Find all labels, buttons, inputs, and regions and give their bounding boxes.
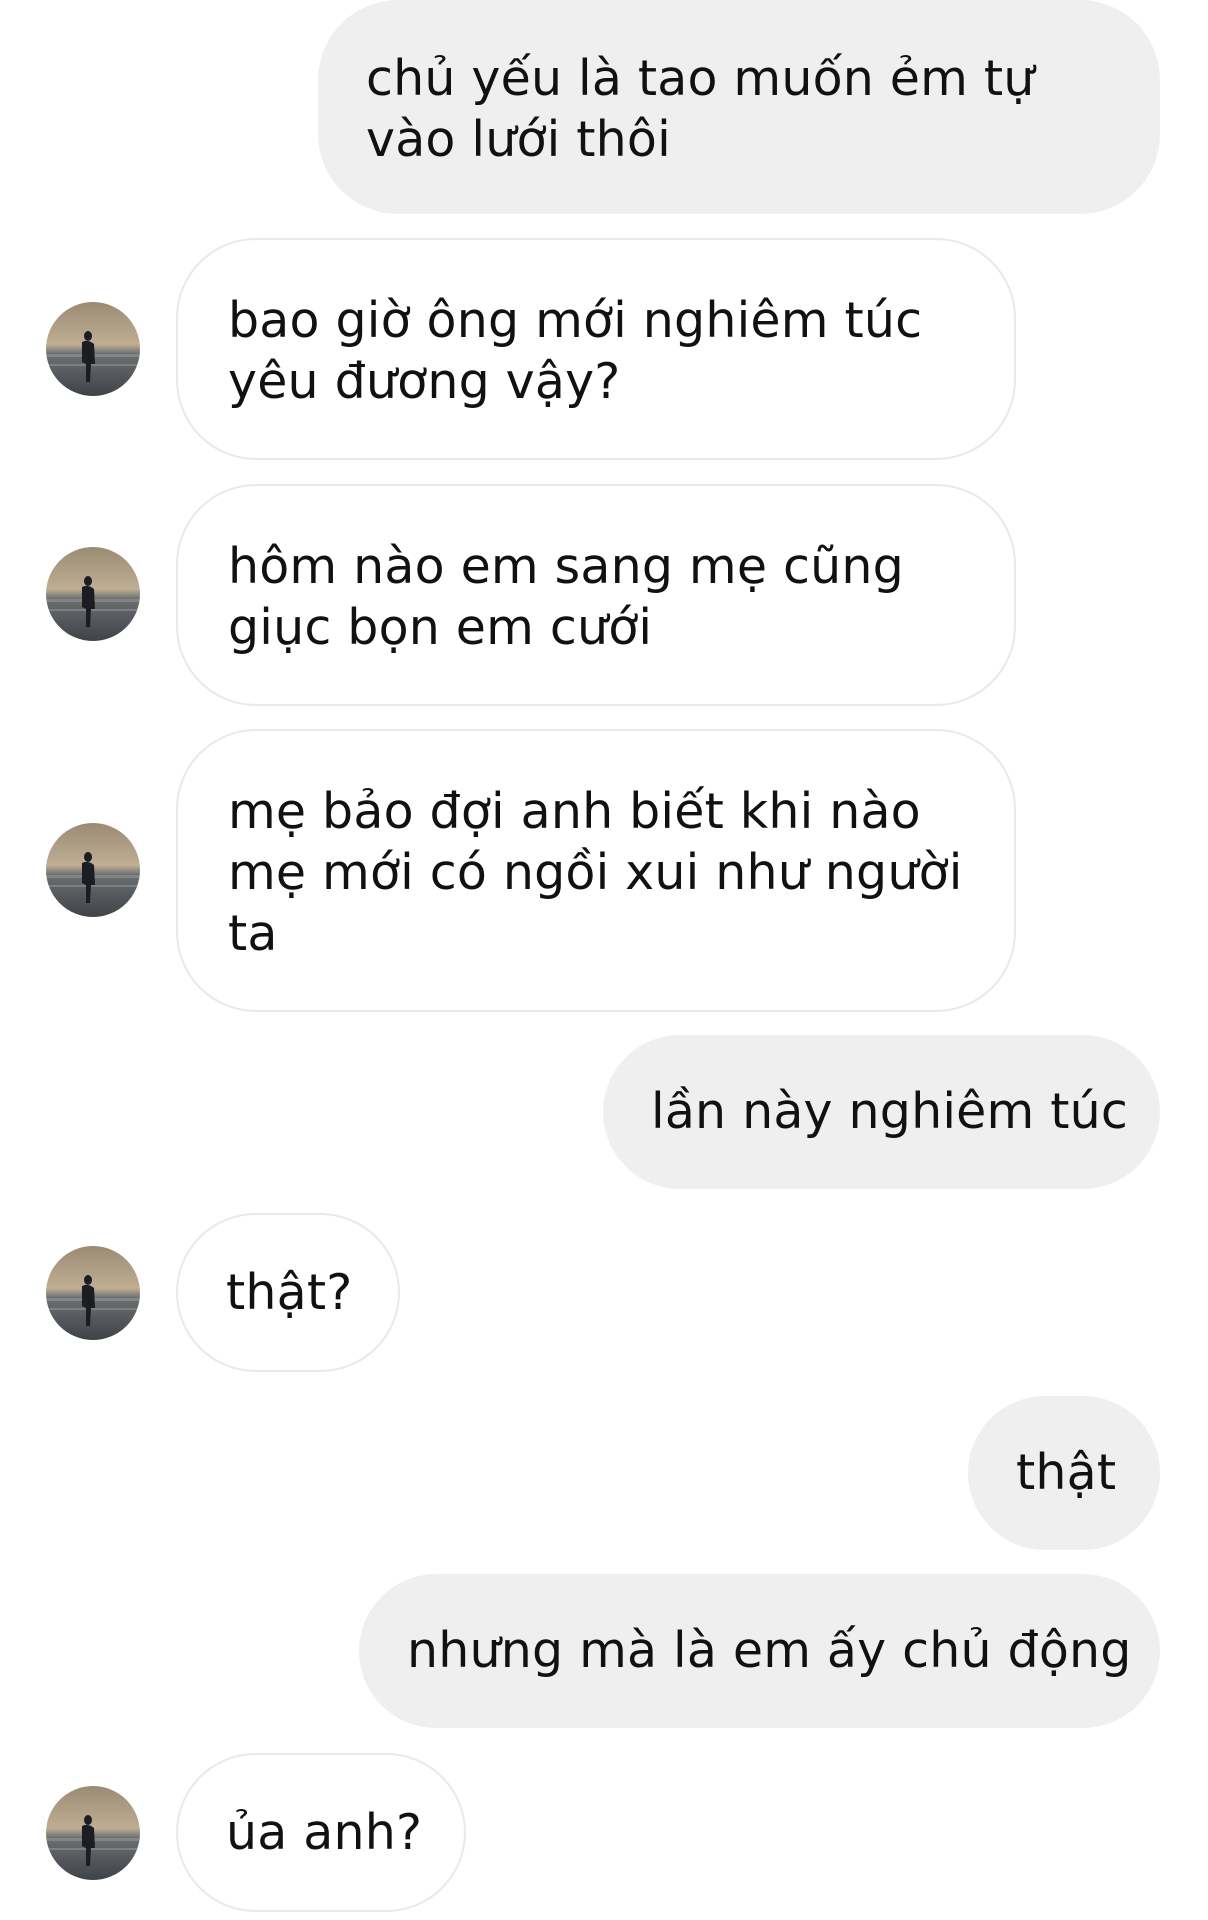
message-text: vào lưới thôi <box>366 111 671 168</box>
message-bubble-outgoing[interactable]: chủ yếu là tao muốn ẻm tự vào lưới thôi <box>318 0 1160 214</box>
message-text: giục bọn em cưới <box>228 599 653 656</box>
avatar-icon[interactable] <box>46 1786 140 1880</box>
message-text: lần này nghiêm túc <box>651 1083 1129 1140</box>
message-bubble-incoming[interactable]: thật? <box>176 1213 400 1372</box>
message-text: yêu đương vậy? <box>228 353 621 410</box>
message-bubble-incoming[interactable]: ủa anh? <box>176 1753 466 1912</box>
message-bubble-incoming[interactable]: mẹ bảo đợi anh biết khi nào mẹ mới có ng… <box>176 729 1016 1012</box>
message-text: chủ yếu là tao muốn ẻm tự <box>366 50 1035 107</box>
message-text: bao giờ ông mới nghiêm túc <box>228 292 923 349</box>
message-bubble-incoming[interactable]: hôm nào em sang mẹ cũng giục bọn em cưới <box>176 484 1016 706</box>
message-text: thật? <box>226 1264 353 1321</box>
message-bubble-incoming[interactable]: bao giờ ông mới nghiêm túc yêu đương vậy… <box>176 238 1016 460</box>
message-bubble-outgoing[interactable]: lần này nghiêm túc <box>603 1035 1160 1189</box>
message-text: hôm nào em sang mẹ cũng <box>228 538 904 595</box>
message-bubble-outgoing[interactable]: thật <box>968 1396 1160 1550</box>
message-bubble-outgoing[interactable]: nhưng mà là em ấy chủ động <box>359 1574 1160 1728</box>
avatar-icon[interactable] <box>46 547 140 641</box>
message-text: ủa anh? <box>226 1804 423 1861</box>
avatar-icon[interactable] <box>46 1246 140 1340</box>
avatar-icon[interactable] <box>46 302 140 396</box>
message-text: mẹ bảo đợi anh biết khi nào <box>228 783 921 840</box>
message-text: mẹ mới có ngồi xui như người <box>228 844 963 901</box>
avatar-icon[interactable] <box>46 823 140 917</box>
message-text: thật <box>1016 1444 1117 1501</box>
message-text: ta <box>228 905 278 962</box>
message-text: nhưng mà là em ấy chủ động <box>407 1622 1132 1679</box>
